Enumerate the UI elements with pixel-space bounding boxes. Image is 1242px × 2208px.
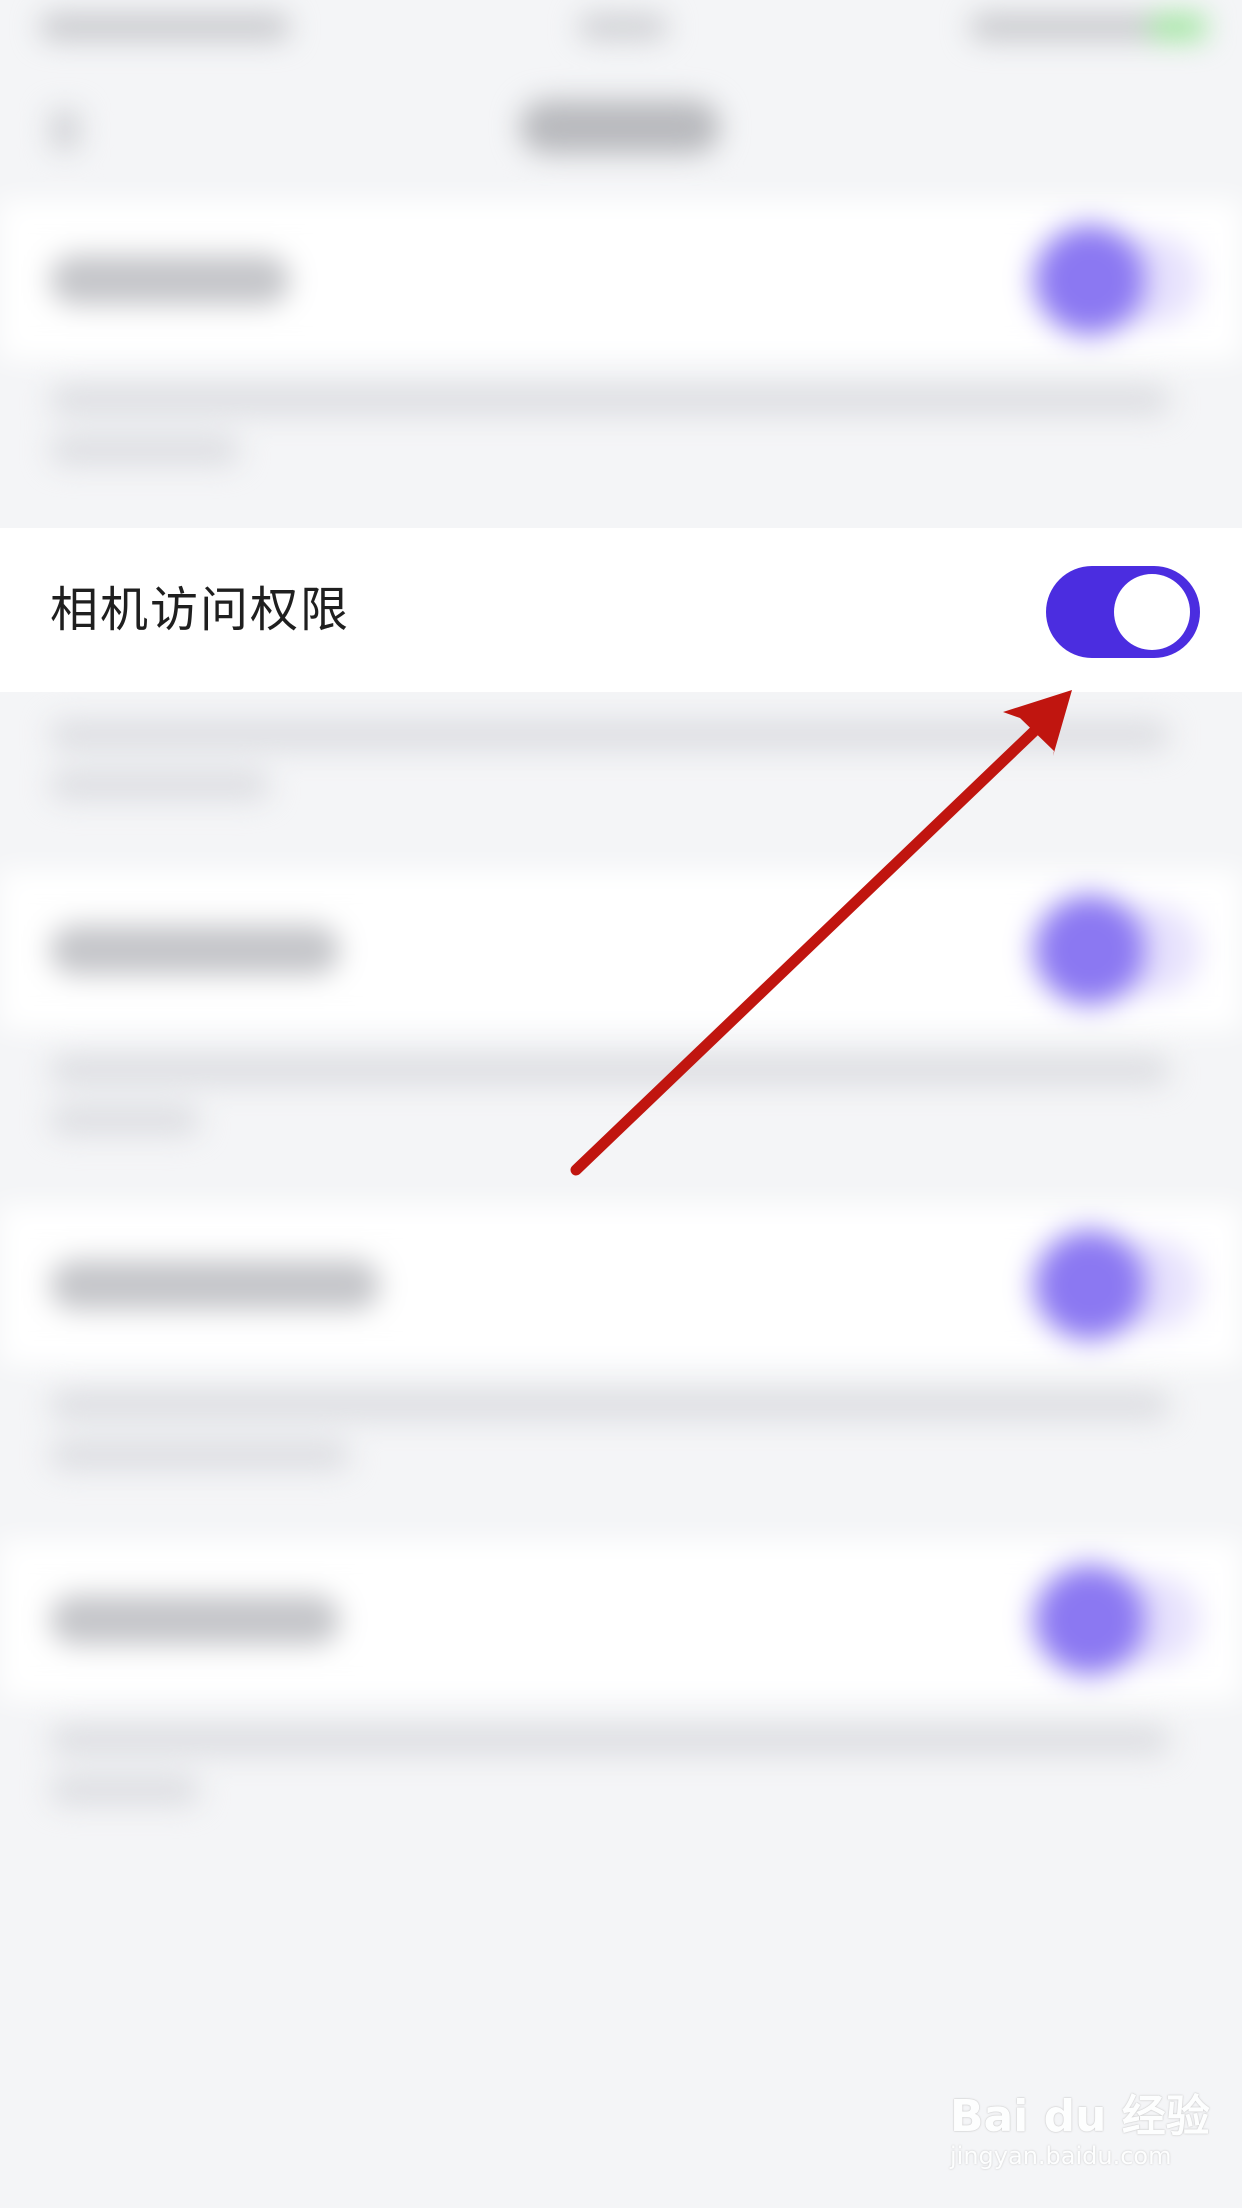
battery-icon [1150, 14, 1206, 40]
permission-row-label [50, 1595, 340, 1645]
permission-row-3[interactable] [0, 870, 1242, 1030]
permission-row-1[interactable] [0, 200, 1242, 360]
description-line [50, 385, 1170, 415]
description-line [50, 1055, 1170, 1085]
permission-row-5[interactable] [0, 1540, 1242, 1700]
permission-row-label [50, 1260, 380, 1310]
permission-row-label [50, 925, 340, 975]
camera-permission-toggle[interactable] [1046, 566, 1200, 658]
status-bar [0, 0, 1242, 60]
permission-row-label [50, 255, 290, 305]
description-line [50, 1440, 350, 1470]
description-line [50, 1775, 200, 1805]
camera-permission-row[interactable]: 相机访问权限 [0, 528, 1242, 692]
description-line [50, 720, 1170, 750]
description-line [50, 435, 240, 465]
watermark-url: jingyan.baidu.com [950, 2142, 1172, 2170]
page-title [520, 100, 720, 154]
toggle-knob [1035, 1230, 1145, 1340]
camera-permission-label: 相机访问权限 [50, 582, 351, 638]
status-carrier [40, 14, 290, 40]
permission-row-4[interactable] [0, 1205, 1242, 1365]
status-time [578, 14, 668, 40]
toggle-knob [1035, 895, 1145, 1005]
blurred-background [0, 0, 1242, 2208]
baidu-watermark: Bai du 经验 jingyan.baidu.com [950, 2080, 1210, 2180]
description-line [50, 1105, 200, 1135]
description-line [50, 1725, 1170, 1755]
back-icon[interactable] [50, 110, 80, 150]
status-icons [970, 14, 1170, 40]
nav-bar [0, 60, 1242, 190]
toggle-knob [1035, 225, 1145, 335]
settings-screen: 相机访问权限 Bai du 经验 jingyan.baidu.com [0, 0, 1242, 2208]
toggle-knob [1114, 574, 1190, 650]
description-line [50, 1390, 1170, 1420]
watermark-brand: Bai du 经验 [950, 2091, 1210, 2142]
toggle-knob [1035, 1565, 1145, 1675]
description-line [50, 770, 270, 800]
